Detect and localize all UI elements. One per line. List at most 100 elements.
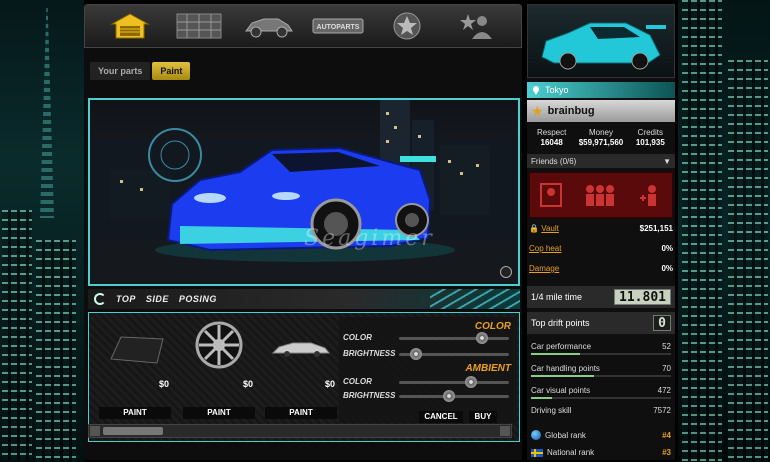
race-car-icon[interactable] [242,10,294,42]
color-section-title: COLOR [474,321,511,332]
drift-points-row: Top drift points 0 [527,312,675,334]
paint-shop-panel: $0 PAINT $0 PAINT $0 PAINT COLOR COLOR B… [88,312,520,442]
cop-heat-link[interactable]: Cop heat [529,244,561,253]
tab-your-parts[interactable]: Your parts [90,62,151,80]
vault-link[interactable]: Vault [541,224,559,233]
stat-value: 16048 [540,138,563,147]
ambient-brightness-label: BRIGHTNESS [343,391,396,400]
perf-value: 52 [662,342,671,351]
perf-label: Car performance [531,342,592,351]
global-rank-value: #4 [662,430,671,440]
stripe-decoration [430,289,520,309]
building-graphic [728,60,768,462]
part-price: $0 [242,379,253,389]
perf-label: Driving skill [531,406,572,415]
username-bar: ★ brainbug [527,100,675,122]
ambient-color-slider[interactable] [399,376,509,388]
friends-label: Friends (0/6) [531,156,577,166]
view-posing-button[interactable]: POSING [179,294,217,304]
garage-main-panel: AUTOPARTS Your parts Paint Seagimer TOP … [84,4,522,460]
perf-value: 7572 [653,406,671,415]
map-pin-icon [533,86,539,95]
part-window-tint[interactable]: $0 PAINT [93,313,175,423]
home-garage-icon[interactable] [104,10,156,42]
perf-bar-fill [531,375,594,377]
ambient-section-title: AMBIENT [465,363,511,374]
view-top-button[interactable]: TOP [116,294,136,304]
power-icon[interactable] [500,266,512,278]
friends-header[interactable]: Friends (0/6) ▼ [527,154,675,168]
group-icon[interactable] [582,182,618,208]
watermark-text: Seagimer [304,226,435,251]
ambient-brightness-slider[interactable] [399,390,509,402]
stat-money: Money $59,971,560 [576,128,625,147]
friends-panel [529,172,673,218]
perf-bar [531,353,671,355]
camera-view-bar: TOP SIDE POSING [88,289,520,309]
perf-label: Car handling points [531,364,600,373]
part-body[interactable]: $0 PAINT [259,313,341,423]
current-car-thumbnail[interactable] [527,4,675,78]
globe-icon [531,430,541,440]
quarter-mile-display: 11.801 [614,289,671,305]
vault-row: 🔒 Vault $251,151 [529,224,673,233]
autoparts-icon[interactable]: AUTOPARTS [312,10,364,42]
global-rank-label: Global rank [545,430,586,440]
chevron-down-icon[interactable]: ▼ [663,157,671,166]
scroll-thumb[interactable] [103,427,163,435]
ambient-color-label: COLOR [343,377,372,386]
slider-knob[interactable] [442,390,455,402]
rotate-icon[interactable] [94,293,106,305]
add-friend-icon[interactable] [638,182,662,208]
stat-value: 101,935 [635,138,665,147]
view-side-button[interactable]: SIDE [146,294,169,304]
slider-knob[interactable] [409,348,422,360]
profile-star-icon[interactable] [450,10,502,42]
part-rims[interactable]: $0 PAINT [177,313,259,423]
paint-controls: COLOR COLOR BRIGHTNESS AMBIENT COLOR BRI… [339,317,517,423]
slider-knob[interactable] [464,376,477,388]
perf-bar-fill [531,353,580,355]
car-handling-row: Car handling points 70 [531,364,671,377]
star-badge-icon[interactable] [381,10,433,42]
paint-button[interactable]: PAINT [265,407,337,419]
slider-knob[interactable] [475,332,488,344]
damage-link[interactable]: Damage [529,264,559,273]
car-scene [90,100,518,284]
car-performance-row: Car performance 52 [531,342,671,355]
window-tint-icon [110,336,164,364]
quarter-mile-row: 1/4 mile time 11.801 [527,286,675,308]
damage-row: Damage 0% [529,264,673,273]
tab-paint[interactable]: Paint [152,62,191,80]
national-rank-value: #3 [662,448,671,457]
perf-bar-fill [531,397,552,399]
lock-icon: 🔒 [529,224,539,233]
building-graphic [682,0,722,462]
stat-value: $59,971,560 [578,138,624,147]
username: brainbug [547,105,595,117]
paint-button[interactable]: PAINT [183,407,255,419]
stat-label: Money [588,128,613,137]
cop-heat-value: 0% [661,244,673,253]
car-body-icon [271,342,331,357]
friend-card-icon[interactable] [540,182,562,208]
brightness-slider[interactable] [399,348,509,360]
horizontal-scrollbar[interactable] [88,424,512,438]
car-preview-viewport[interactable]: Seagimer [88,98,520,286]
brightness-label: BRIGHTNESS [343,349,396,358]
perf-value: 70 [662,364,671,373]
national-rank-label: National rank [547,448,595,457]
color-slider[interactable] [399,332,509,344]
national-rank-row: National rank #3 [531,448,671,457]
buy-button[interactable]: BUY [469,411,497,423]
scroll-right-arrow[interactable] [500,426,510,436]
perf-bar [531,375,671,377]
cancel-button[interactable]: CANCEL [419,411,463,423]
map-grid-icon[interactable] [173,10,225,42]
perf-value: 472 [657,386,671,395]
paint-button[interactable]: PAINT [99,407,171,419]
damage-value: 0% [661,264,673,273]
perf-label: Car visual points [531,386,591,395]
scroll-left-arrow[interactable] [90,426,100,436]
location-bar: Tokyo [527,82,675,98]
